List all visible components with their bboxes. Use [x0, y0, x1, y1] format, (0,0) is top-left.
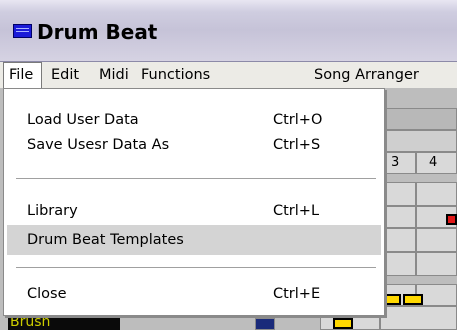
- menu-functions[interactable]: Functions: [141, 62, 210, 88]
- window-title: Drum Beat: [37, 20, 158, 44]
- menu-item-shortcut: Ctrl+S: [273, 137, 321, 153]
- menu-file[interactable]: File: [3, 62, 42, 88]
- menu-item-label: Library: [27, 203, 78, 219]
- grid-cell[interactable]: [380, 306, 457, 330]
- grid-cell[interactable]: [380, 182, 416, 206]
- pattern-marker: [255, 318, 275, 330]
- menu-item-drum-beat-templates[interactable]: Drum Beat Templates: [7, 225, 381, 255]
- drum-note-red[interactable]: [446, 214, 457, 225]
- menu-separator: [16, 267, 376, 269]
- file-menu-dropdown: Load User Data Ctrl+O Save Usesr Data As…: [3, 88, 385, 316]
- grid-cell[interactable]: [416, 252, 457, 276]
- menu-item-shortcut: Ctrl+E: [273, 286, 321, 302]
- menu-item-shortcut: Ctrl+L: [273, 203, 320, 219]
- menu-midi[interactable]: Midi: [99, 62, 129, 88]
- app-icon[interactable]: [13, 24, 32, 38]
- grid-cell[interactable]: [416, 182, 457, 206]
- beat-number-label: 3: [391, 155, 400, 170]
- title-bar[interactable]: Drum Beat: [0, 0, 457, 62]
- menu-item-label: Save Usesr Data As: [27, 137, 170, 153]
- menu-edit[interactable]: Edit: [51, 62, 79, 88]
- menu-item-label: Drum Beat Templates: [27, 232, 184, 248]
- grid-header: [380, 108, 457, 130]
- drum-note[interactable]: [403, 294, 423, 305]
- drum-note[interactable]: [333, 318, 353, 329]
- grid-cell[interactable]: [380, 228, 416, 252]
- menu-item-close[interactable]: Close Ctrl+E: [7, 279, 381, 309]
- app-window: Drum Beat File Edit Midi Functions Song …: [0, 0, 457, 330]
- grid-cell[interactable]: [416, 228, 457, 252]
- grid-cell[interactable]: [380, 206, 416, 228]
- menu-separator: [16, 178, 376, 180]
- menu-item-save-user-data-as[interactable]: Save Usesr Data As Ctrl+S: [7, 130, 381, 160]
- beat-number-label: 4: [429, 155, 438, 170]
- menu-item-label: Close: [27, 286, 67, 302]
- grid-header-lower: [380, 130, 457, 152]
- grid-cell[interactable]: [380, 252, 416, 276]
- menu-song-arranger[interactable]: Song Arranger: [314, 62, 419, 88]
- menu-bar: File Edit Midi Functions Song Arranger: [0, 62, 457, 88]
- menu-item-library[interactable]: Library Ctrl+L: [7, 196, 381, 226]
